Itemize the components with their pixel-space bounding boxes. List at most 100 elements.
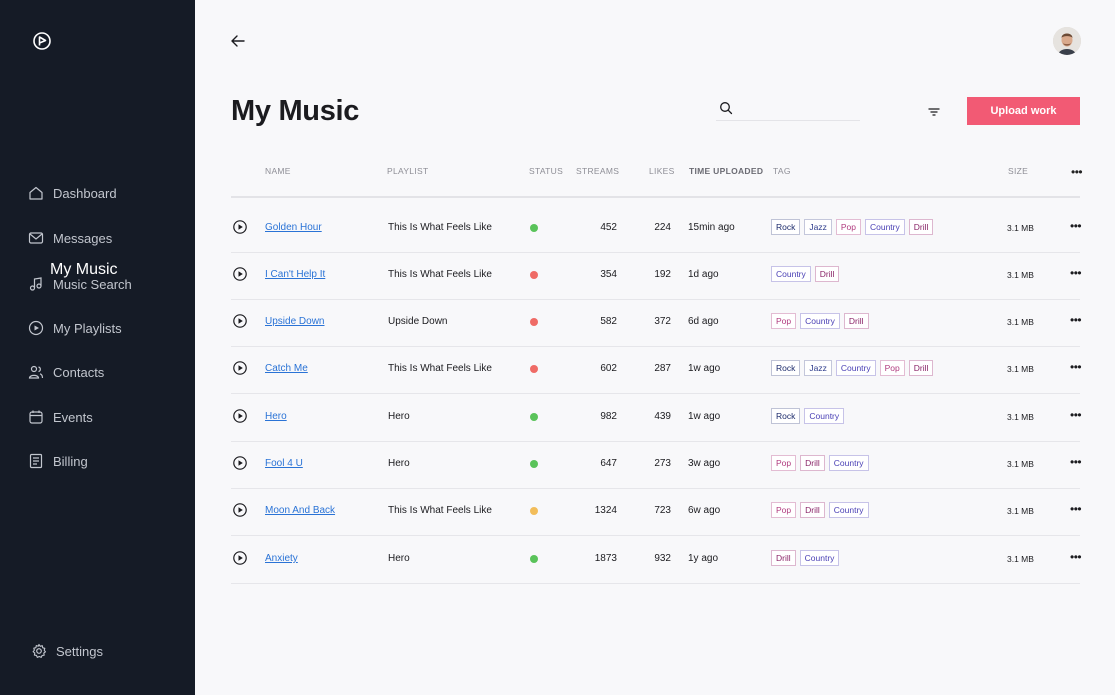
back-arrow-icon[interactable]	[229, 32, 247, 50]
users-icon	[28, 365, 44, 379]
time-uploaded: 1y ago	[688, 553, 719, 564]
tag-pop[interactable]: Pop	[771, 313, 797, 329]
sidebar-item-messages[interactable]: Messages	[28, 230, 112, 246]
tag-country[interactable]: Country	[771, 266, 811, 282]
column-header-status[interactable]: STATUS	[529, 166, 563, 176]
tag-drill[interactable]: Drill	[800, 502, 825, 518]
sidebar-item-label: Dashboard	[53, 185, 117, 201]
track-name-link[interactable]: Golden Hour	[265, 222, 322, 233]
table-row[interactable]: Fool 4 U Hero 647 273 3w ago Pop Drill Cou…	[231, 442, 1082, 489]
row-more-options-icon[interactable]: •••	[1070, 360, 1082, 374]
table-row[interactable]: Moon And Back This Is What Feels Like 13…	[231, 489, 1082, 536]
table-row[interactable]: Catch Me This Is What Feels Like 602 287…	[231, 347, 1082, 394]
sidebar-item-settings[interactable]: Settings	[31, 643, 103, 659]
track-name-link[interactable]: Moon And Back	[265, 505, 335, 516]
likes-count: 192	[654, 269, 671, 280]
row-more-options-icon[interactable]: •••	[1070, 408, 1082, 422]
status-dot	[530, 271, 538, 279]
table-row[interactable]: Upside Down Upside Down 582 372 6d ago P…	[231, 300, 1082, 347]
sidebar-item-my-playlists[interactable]: My Playlists	[28, 320, 122, 336]
tag-drill[interactable]: Drill	[771, 550, 796, 566]
streams-count: 982	[600, 411, 617, 422]
row-more-options-icon[interactable]: •••	[1070, 550, 1082, 564]
file-size: 3.1 MB	[1007, 554, 1034, 564]
row-more-options-icon[interactable]: •••	[1070, 455, 1082, 469]
app-logo-icon[interactable]	[32, 31, 52, 51]
likes-count: 439	[654, 411, 671, 422]
track-name-link[interactable]: Fool 4 U	[265, 458, 303, 469]
time-uploaded: 3w ago	[688, 458, 721, 469]
track-name-link[interactable]: Catch Me	[265, 363, 308, 374]
tag-country[interactable]: Country	[828, 502, 869, 518]
column-header-size[interactable]: SIZE	[1008, 166, 1028, 176]
status-dot	[530, 507, 538, 515]
track-name-link[interactable]: I Can't Help It	[265, 269, 325, 280]
play-icon[interactable]	[233, 409, 247, 423]
file-size: 3.1 MB	[1007, 223, 1034, 233]
tag-country[interactable]: Country	[828, 455, 869, 471]
search-input[interactable]	[739, 96, 859, 119]
upload-work-button[interactable]: Upload work	[967, 97, 1080, 125]
sidebar-item-billing[interactable]: Billing	[28, 453, 88, 469]
row-more-options-icon[interactable]: •••	[1070, 219, 1082, 233]
file-size: 3.1 MB	[1007, 270, 1034, 280]
tag-rock[interactable]: Rock	[771, 219, 801, 235]
tag-pop[interactable]: Pop	[771, 455, 797, 471]
sidebar-item-events[interactable]: Events	[28, 409, 93, 425]
tag-drill[interactable]: Drill	[814, 266, 840, 282]
music-note-icon	[29, 277, 42, 291]
row-more-options-icon[interactable]: •••	[1070, 266, 1082, 280]
tag-rock[interactable]: Rock	[771, 360, 801, 376]
table-row[interactable]: I Can't Help It This Is What Feels Like …	[231, 253, 1082, 300]
streams-count: 452	[600, 222, 617, 233]
tag-pop[interactable]: Pop	[879, 360, 905, 376]
column-header-time-uploaded[interactable]: TIME UPLOADED	[689, 166, 763, 176]
filter-icon[interactable]	[926, 104, 942, 120]
row-more-options-icon[interactable]: •••	[1070, 313, 1082, 327]
tag-jazz[interactable]: Jazz	[804, 219, 832, 235]
play-icon[interactable]	[233, 503, 247, 517]
track-name-link[interactable]: Anxiety	[265, 553, 298, 564]
tag-drill[interactable]: Drill	[908, 219, 934, 235]
track-name-link[interactable]: Hero	[265, 411, 287, 422]
table-row[interactable]: Anxiety Hero 1873 932 1y ago Drill Countr…	[231, 537, 1082, 584]
tag-pop[interactable]: Pop	[771, 502, 797, 518]
tag-jazz[interactable]: Jazz	[804, 360, 832, 376]
tag-country[interactable]: Country	[864, 219, 905, 235]
tag-country[interactable]: Country	[799, 550, 840, 566]
column-header-playlist[interactable]: PLAYLIST	[387, 166, 428, 176]
play-icon[interactable]	[233, 551, 247, 565]
tag-drill[interactable]: Drill	[908, 360, 934, 376]
sidebar-item-contacts[interactable]: Contacts	[28, 364, 104, 380]
tag-rock[interactable]: Rock	[771, 408, 801, 424]
column-header-likes[interactable]: LIKES	[649, 166, 675, 176]
avatar[interactable]	[1053, 27, 1081, 55]
streams-count: 1324	[594, 505, 617, 516]
table-row[interactable]: Golden Hour This Is What Feels Like 452 …	[231, 206, 1082, 253]
playlist-name: Hero	[388, 411, 410, 422]
play-icon[interactable]	[233, 456, 247, 470]
table-row[interactable]: Hero Hero 982 439 1w ago Rock Country 3.1…	[231, 395, 1082, 442]
play-icon[interactable]	[233, 314, 247, 328]
column-header-tag[interactable]: TAG	[773, 166, 791, 176]
play-icon[interactable]	[233, 361, 247, 375]
play-icon[interactable]	[233, 267, 247, 281]
tag-pop[interactable]: Pop	[835, 219, 861, 235]
sidebar-item-my-music[interactable]: My Music	[50, 261, 118, 279]
play-icon[interactable]	[233, 220, 247, 234]
track-name-link[interactable]: Upside Down	[265, 316, 324, 327]
tag-country[interactable]: Country	[804, 408, 845, 424]
tag-country[interactable]: Country	[800, 313, 840, 329]
search-bar[interactable]	[716, 95, 860, 121]
sidebar-item-dashboard[interactable]: Dashboard	[28, 185, 117, 201]
tag-drill[interactable]: Drill	[800, 455, 825, 471]
more-options-icon[interactable]: •••	[1071, 165, 1083, 179]
column-header-name[interactable]: NAME	[265, 166, 291, 176]
column-header-streams[interactable]: STREAMS	[576, 166, 619, 176]
tag-drill[interactable]: Drill	[843, 313, 869, 329]
time-uploaded: 6d ago	[688, 316, 719, 327]
row-more-options-icon[interactable]: •••	[1070, 502, 1082, 516]
tag-country[interactable]: Country	[835, 360, 876, 376]
time-uploaded: 6w ago	[688, 505, 721, 516]
tag-list: Rock Jazz Pop Country Drill	[771, 219, 934, 235]
